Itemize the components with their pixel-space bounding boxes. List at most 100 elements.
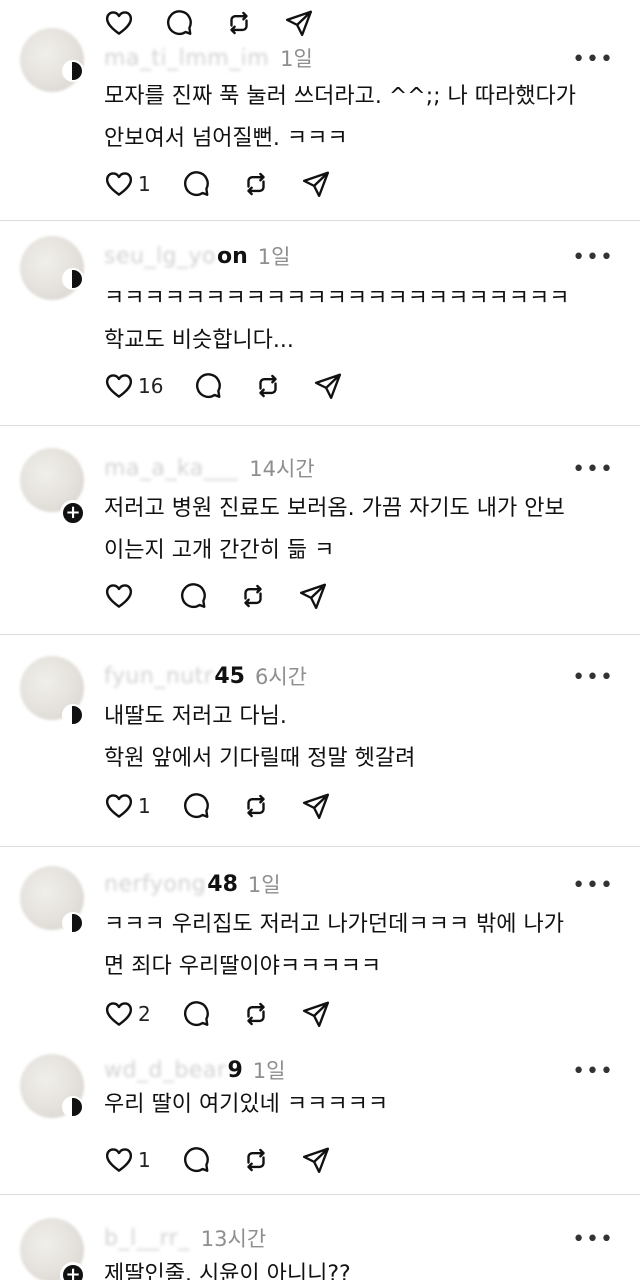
- reply-header: ma_ti_lmm_im 1일: [104, 40, 313, 76]
- reply-text: ㅋㅋㅋㅋㅋㅋㅋㅋㅋㅋㅋㅋㅋㅋㅋㅋㅋㅋㅋㅋㅋㅋㅋ 학교도 비슷합니다...: [104, 286, 570, 353]
- like-button[interactable]: 1: [104, 791, 151, 821]
- repost-icon: [244, 584, 262, 608]
- divider: [0, 425, 640, 426]
- comment-icon: [183, 171, 209, 196]
- repost-button[interactable]: [241, 1145, 271, 1175]
- heart-icon: [105, 794, 133, 818]
- timestamp: 14시간: [249, 457, 315, 481]
- heart-icon: [105, 374, 133, 398]
- timestamp: 1일: [280, 47, 313, 71]
- repost-button[interactable]: [241, 169, 271, 199]
- username[interactable]: b_l__rr_: [104, 1226, 190, 1251]
- divider: [0, 634, 640, 635]
- avatar-badge: [62, 268, 84, 290]
- reply-text: 제딸인줄. 시윤이 아니니??: [104, 1262, 351, 1280]
- timestamp: 1일: [252, 1059, 286, 1083]
- avatar-badge: [62, 912, 84, 934]
- reply-header: b_l__rr_ 13시간: [104, 1220, 266, 1256]
- share-button[interactable]: [298, 581, 328, 611]
- timestamp: 13시간: [200, 1227, 267, 1251]
- heart-icon: [105, 1002, 133, 1026]
- timestamp: 6시간: [254, 665, 307, 689]
- heart-icon: [105, 11, 133, 35]
- reply-text: 내딸도 저러고 다님. 학원 앞에서 기다릴때 정말 헷갈려: [104, 704, 416, 771]
- heart-icon: [105, 172, 133, 196]
- username-suffix[interactable]: 45: [214, 664, 245, 689]
- repost-button[interactable]: [241, 999, 271, 1029]
- username-suffix[interactable]: 9: [227, 1058, 242, 1083]
- more-icon[interactable]: •••: [572, 875, 614, 897]
- repost-icon: [247, 1148, 265, 1172]
- like-button[interactable]: [104, 581, 148, 611]
- like-count: 16: [138, 374, 164, 398]
- share-button[interactable]: [301, 169, 331, 199]
- username[interactable]: seu_lg_yo: [104, 244, 216, 269]
- comment-icon: [167, 10, 192, 35]
- avatar-badge: [62, 704, 84, 726]
- more-icon[interactable]: •••: [572, 1229, 614, 1251]
- more-icon[interactable]: •••: [572, 459, 614, 481]
- username-suffix[interactable]: on: [217, 244, 248, 269]
- reply-button[interactable]: [181, 169, 211, 199]
- repost-button[interactable]: [238, 581, 268, 611]
- comment-icon: [183, 1001, 209, 1026]
- action-bar: 16: [104, 366, 373, 406]
- more-icon[interactable]: •••: [572, 247, 614, 269]
- heart-icon: [105, 584, 133, 608]
- action-bar: 1: [104, 786, 361, 826]
- send-icon: [302, 793, 329, 820]
- like-button[interactable]: 16: [104, 371, 163, 401]
- follow-plus-icon[interactable]: +: [60, 500, 86, 526]
- comment-icon: [181, 583, 206, 608]
- like-count: 1: [138, 172, 151, 196]
- reply-button[interactable]: [181, 791, 211, 821]
- share-button[interactable]: [301, 791, 331, 821]
- more-icon[interactable]: •••: [572, 1061, 614, 1083]
- repost-icon: [247, 794, 265, 818]
- reply-button[interactable]: [181, 999, 211, 1029]
- like-button[interactable]: 1: [104, 1145, 151, 1175]
- username[interactable]: fyun_nutr: [104, 664, 213, 689]
- like-count: 1: [138, 1148, 151, 1172]
- username[interactable]: wd_d_bear: [104, 1058, 226, 1083]
- reply-text: ㅋㅋㅋ 우리집도 저러고 나가던데ㅋㅋㅋ 밖에 나가 면 죄다 우리딸이야ㅋㅋㅋ…: [104, 912, 565, 979]
- repost-button[interactable]: [224, 8, 254, 38]
- more-icon[interactable]: •••: [572, 49, 614, 71]
- comment-icon: [183, 1147, 209, 1172]
- like-count: 1: [138, 794, 151, 818]
- reply-button[interactable]: [164, 8, 194, 38]
- like-button[interactable]: 1: [104, 169, 151, 199]
- repost-icon: [230, 11, 248, 35]
- reply-button[interactable]: [193, 371, 223, 401]
- share-button[interactable]: [301, 1145, 331, 1175]
- send-icon: [299, 583, 327, 610]
- reply-header: ma_a_ka___ 14시간: [104, 450, 315, 486]
- reply-button[interactable]: [178, 581, 208, 611]
- repost-icon: [247, 172, 265, 196]
- like-button[interactable]: [104, 8, 134, 38]
- timestamp: 1일: [247, 873, 281, 897]
- like-button[interactable]: 2: [104, 999, 151, 1029]
- username-suffix[interactable]: 48: [207, 872, 238, 897]
- reply-header: seu_lg_yo on 1일: [104, 238, 290, 274]
- username[interactable]: nerfyong: [104, 872, 206, 897]
- reply-button[interactable]: [181, 1145, 211, 1175]
- share-button[interactable]: [301, 999, 331, 1029]
- repost-button[interactable]: [241, 791, 271, 821]
- avatar-badge: [62, 60, 84, 82]
- share-button[interactable]: [313, 371, 343, 401]
- like-count: 2: [138, 1002, 151, 1026]
- repost-button[interactable]: [253, 371, 283, 401]
- send-icon: [302, 171, 329, 198]
- username[interactable]: ma_ti_lmm_im: [104, 46, 269, 71]
- share-button[interactable]: [284, 8, 314, 38]
- action-bar: 2: [104, 994, 361, 1034]
- action-bar: 1: [104, 1140, 361, 1180]
- more-icon[interactable]: •••: [572, 667, 614, 689]
- follow-plus-icon[interactable]: +: [60, 1262, 86, 1280]
- username[interactable]: ma_a_ka___: [104, 456, 238, 481]
- divider: [0, 1194, 640, 1195]
- repost-icon: [247, 1002, 265, 1026]
- send-icon: [315, 373, 342, 400]
- divider: [0, 220, 640, 221]
